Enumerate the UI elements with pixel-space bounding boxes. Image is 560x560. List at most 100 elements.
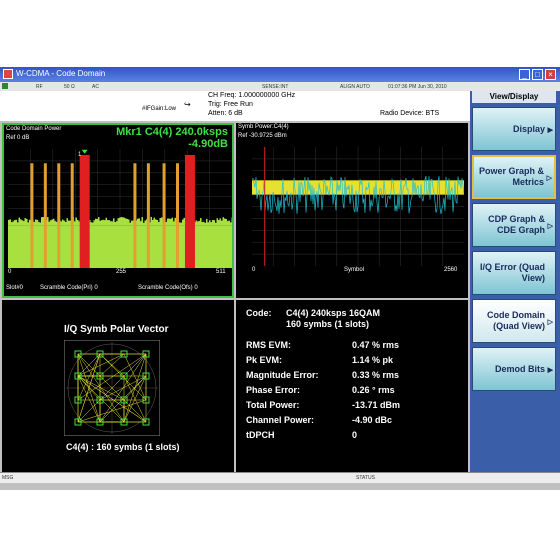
active-code-bar (57, 163, 61, 268)
softkey-menu: View/Display Display ▶ Power Graph & Metr… (470, 91, 560, 481)
noise-bar (156, 219, 158, 226)
softkey-power-graph-metrics[interactable]: Power Graph & Metrics ▷ (472, 155, 556, 199)
noise-bar (18, 217, 20, 226)
metrics-table: RMS EVM: 0.47 % rms Pk EVM: 1.14 % pk Magn… (246, 340, 466, 460)
constellation-lines (66, 342, 158, 434)
noise-bar (62, 219, 64, 226)
submenu-arrow-icon: ▶ (547, 127, 553, 134)
noise-bar (161, 217, 163, 226)
noise-bar (14, 220, 16, 226)
softkey-iq-error-quad-view[interactable]: I/Q Error (Quad View) (472, 251, 556, 295)
noise-bar (66, 218, 68, 226)
submenu-arrow-icon: ▷ (547, 319, 553, 326)
noise-bar (21, 220, 23, 226)
softkey-demod-bits[interactable]: Demod Bits ▶ (472, 347, 556, 391)
code-label: Code: (246, 308, 272, 318)
radio-device: Radio Device: BTS (380, 110, 440, 117)
softkey-code-domain-quad-view[interactable]: Code Domain (Quad View) ▷ (472, 299, 556, 343)
status-label: STATUS (356, 475, 375, 481)
softkey-label: Demod Bits (494, 363, 545, 374)
cdp-x-max: 511 (216, 269, 226, 275)
noise-bar (17, 222, 19, 226)
status-align: ALIGN AUTO (340, 84, 370, 90)
iq-constellation[interactable] (64, 340, 160, 436)
noise-bar (93, 220, 95, 226)
cdp-scramble-pri: Scramble Code(Pri) 0 (40, 285, 98, 291)
code-domain-power-panel[interactable]: Code Domain Power Ref 0 dB Mkr1 C4(4) 24… (2, 123, 234, 298)
active-code-bar (146, 163, 150, 268)
if-gain: #IFGain:Low (142, 106, 177, 112)
symbol-power-panel[interactable]: Symb Power:C4(4) Ref -30.9725 dBm 0 Symb… (236, 123, 468, 298)
noise-bar (158, 222, 160, 226)
softkey-cdp-cde-graph[interactable]: CDP Graph & CDE Graph ▷ (472, 203, 556, 247)
noise-bar (165, 221, 167, 226)
metric-label: RMS EVM: (246, 340, 291, 350)
minimize-button[interactable]: _ (519, 69, 530, 80)
symb-x-label: Symbol (344, 267, 365, 273)
noise-bar (231, 217, 232, 226)
metric-row-pk-evm: Pk EVM: 1.14 % pk (246, 355, 393, 365)
noise-bar (47, 217, 49, 226)
symb-title: Symb Power:C4(4) (238, 124, 289, 130)
noise-bar (113, 218, 115, 226)
metric-row-magnitude-error: Magnitude Error: 0.33 % rms (246, 370, 399, 380)
noise-bar (77, 219, 79, 226)
active-code-bar (162, 163, 166, 268)
softkey-display[interactable]: Display ▶ (472, 107, 556, 151)
cdp-slot: Slot#0 (6, 285, 24, 291)
noise-bar (218, 220, 220, 226)
code-bar-red (184, 154, 195, 268)
noise-bar (200, 218, 202, 226)
status-impedance: 50 Ω (64, 84, 75, 90)
noise-bar (104, 220, 106, 226)
noise-bar (63, 220, 65, 226)
maximize-button[interactable]: □ (532, 69, 543, 80)
noise-bar (23, 221, 25, 226)
metric-value: 0 (352, 430, 358, 440)
metric-value: -4.90 dBc (352, 415, 393, 425)
noise-bar (96, 218, 98, 226)
metric-value: 0.26 ° rms (352, 385, 395, 395)
code-subtitle: 160 symbs (1 slots) (286, 319, 370, 329)
noise-floor (8, 225, 232, 268)
attenuation: Atten: 6 dB (208, 110, 243, 117)
app-icon (3, 69, 13, 79)
noise-bar (171, 217, 173, 226)
noise-bar (54, 221, 56, 226)
noise-bar (207, 222, 209, 226)
noise-bar (197, 221, 199, 226)
noise-bar (128, 219, 130, 226)
noise-bar (24, 218, 26, 226)
title-bar: W-CDMA - Code Domain _ □ × (0, 67, 560, 82)
noise-bar (215, 222, 217, 226)
close-button[interactable]: × (545, 69, 556, 80)
metric-value: 0.33 % rms (352, 370, 400, 380)
cdp-x-mid: 255 (116, 269, 127, 275)
noise-bar (219, 218, 221, 226)
metric-label: Magnitude Error: (246, 370, 319, 380)
symbol-power-graph[interactable] (252, 147, 464, 266)
cdp-ref-level: Ref 0 dB (6, 135, 30, 141)
noise-bar (180, 222, 182, 226)
noise-bar (204, 222, 206, 226)
noise-bar (68, 220, 70, 226)
metric-row-phase-error: Phase Error: 0.26 ° rms (246, 385, 395, 395)
symb-x-min: 0 (252, 267, 256, 273)
noise-bar (143, 222, 145, 226)
noise-bar (150, 216, 152, 226)
metric-label: Pk EVM: (246, 355, 283, 365)
trig-mode: Trig: Free Run (208, 101, 253, 108)
softkey-label: Power Graph & Metrics (478, 166, 544, 187)
noise-bar (173, 221, 175, 226)
noise-bar (155, 219, 157, 226)
window-title: W-CDMA - Code Domain (16, 69, 106, 78)
noise-bar (179, 222, 181, 226)
active-code-bar (176, 163, 179, 268)
cdp-graph[interactable] (8, 149, 232, 268)
status-rf: RF (36, 84, 43, 90)
noise-bar (42, 217, 44, 226)
status-led-icon (2, 83, 8, 89)
noise-bar (39, 222, 41, 226)
iq-polar-panel[interactable]: I/Q Symb Polar Vector C4(4) : 160 symbs … (2, 300, 234, 481)
trigger-arrow-icon: ↪ (184, 100, 191, 109)
